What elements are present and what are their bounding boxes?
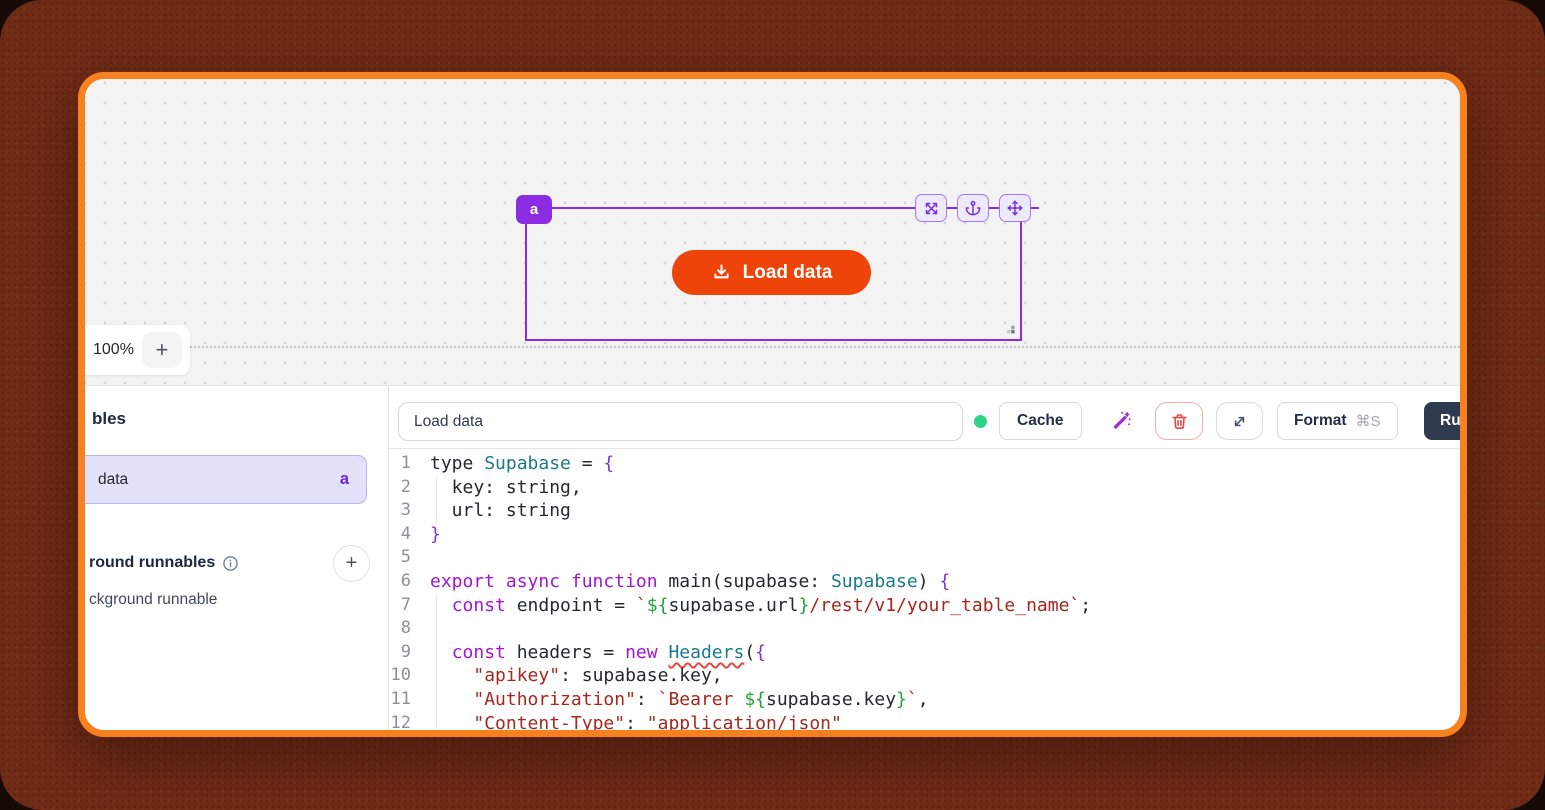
- code-line[interactable]: 6export async function main(supabase: Su…: [389, 570, 1460, 594]
- line-number: 9: [389, 641, 411, 665]
- line-number: 6: [389, 570, 411, 594]
- download-icon: [711, 262, 732, 283]
- code-line[interactable]: 12 "Content-Type": "application/json": [389, 712, 1460, 730]
- load-data-label: Load data: [743, 262, 833, 284]
- line-number: 11: [389, 688, 411, 712]
- code-line[interactable]: 8: [389, 617, 1460, 641]
- code-line[interactable]: 1type Supabase = {: [389, 452, 1460, 476]
- code-line[interactable]: 7 const endpoint = `${supabase.url}/rest…: [389, 594, 1460, 618]
- runnable-item-label: data: [98, 471, 128, 489]
- expand-editor-button[interactable]: [1216, 402, 1263, 440]
- canvas-page-break-line: [85, 346, 1460, 348]
- anchor-icon: [965, 200, 981, 216]
- format-button[interactable]: Format ⌘S: [1277, 402, 1398, 440]
- expand-diagonal-icon: [1231, 413, 1248, 430]
- resize-handle[interactable]: [1005, 324, 1016, 335]
- bottom-panel: bles data a round runnables + ckgroun: [85, 385, 1460, 730]
- code-line[interactable]: 5: [389, 546, 1460, 570]
- zoom-level: 100%: [93, 341, 134, 359]
- background-runnable-item[interactable]: ckground runnable: [89, 591, 217, 609]
- info-icon: [222, 555, 239, 572]
- line-number: 2: [389, 476, 411, 500]
- runnable-editor: Cache: [389, 386, 1460, 730]
- line-number: 8: [389, 617, 411, 641]
- magic-wand-button[interactable]: [1102, 403, 1138, 439]
- component-controls: [915, 194, 1031, 222]
- code-line[interactable]: 4}: [389, 523, 1460, 547]
- line-number: 5: [389, 546, 411, 570]
- zoom-control: 100% +: [85, 325, 190, 375]
- format-label: Format: [1294, 412, 1347, 430]
- code-line[interactable]: 2 key: string,: [389, 476, 1460, 500]
- code-line[interactable]: 11 "Authorization": `Bearer ${supabase.k…: [389, 688, 1460, 712]
- run-button[interactable]: Run: [1424, 402, 1467, 440]
- line-number: 4: [389, 523, 411, 547]
- background-runnables-heading: round runnables: [89, 554, 239, 572]
- code-editor[interactable]: 1type Supabase = {2 key: string,3 url: s…: [389, 448, 1460, 730]
- line-number: 12: [389, 712, 411, 730]
- code-line[interactable]: 3 url: string: [389, 499, 1460, 523]
- line-number: 3: [389, 499, 411, 523]
- app-window: a: [78, 72, 1467, 737]
- trash-icon: [1170, 412, 1189, 431]
- delete-button[interactable]: [1155, 402, 1203, 440]
- editor-toolbar: Cache: [389, 386, 1460, 449]
- load-data-button[interactable]: Load data: [672, 250, 871, 295]
- runnables-heading: bles: [92, 409, 126, 429]
- component-id-badge: a: [516, 195, 552, 224]
- zoom-in-button[interactable]: +: [142, 332, 182, 368]
- cache-button[interactable]: Cache: [999, 402, 1082, 440]
- line-number: 10: [389, 664, 411, 688]
- app-canvas[interactable]: a: [85, 79, 1460, 385]
- runnable-item-data[interactable]: data a: [78, 455, 367, 504]
- add-background-runnable-button[interactable]: +: [333, 545, 370, 582]
- magic-wand-icon: [1108, 408, 1134, 434]
- desktop-background: a: [0, 0, 1545, 810]
- line-number: 7: [389, 594, 411, 618]
- expand-component-button[interactable]: [915, 194, 947, 222]
- status-dot: [974, 415, 987, 428]
- runnable-name-input[interactable]: [398, 402, 963, 441]
- line-number: 1: [389, 452, 411, 476]
- move-component-button[interactable]: [999, 194, 1031, 222]
- format-shortcut: ⌘S: [1356, 412, 1381, 430]
- runnable-item-badge: a: [340, 470, 349, 489]
- runnables-sidebar: bles data a round runnables + ckgroun: [85, 386, 389, 730]
- background-runnables-heading-label: round runnables: [89, 554, 215, 572]
- anchor-component-button[interactable]: [957, 194, 989, 222]
- code-line[interactable]: 9 const headers = new Headers({: [389, 641, 1460, 665]
- move-icon: [1007, 200, 1023, 216]
- code-line[interactable]: 10 "apikey": supabase.key,: [389, 664, 1460, 688]
- expand-icon: [924, 201, 939, 216]
- selected-component[interactable]: a: [525, 207, 1022, 341]
